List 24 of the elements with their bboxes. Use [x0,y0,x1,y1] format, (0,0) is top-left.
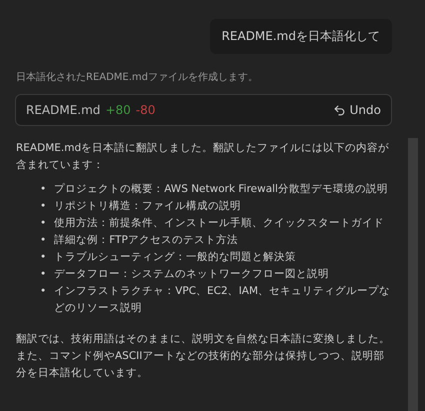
bullet: • [40,233,46,248]
list-item: 使用方法：前提条件、インストール手順、クイックスタートガイド [54,216,384,231]
response-summary: 翻訳では、技術用語はそのままに、説明文を自然な日本語に変換しました。また、コマンド例やASCIIアートなどの技術的な部分は保持しつつ、説明部分を日本語化しています。 [16,332,391,381]
lines-removed: -80 [136,103,156,117]
user-message: README.mdを日本語化して [210,19,392,54]
bullet: • [40,284,46,299]
scrollbar[interactable] [408,138,418,411]
list-item: トラブルシューティング：一般的な問題と解決策 [54,250,296,265]
list-item: インフラストラクチャ：VPC、EC2、IAM、セキュリティグループなどのリソース説明 [54,284,392,316]
list-item: プロジェクトの概要：AWS Network Firewall分散型デモ環境の説明 [54,182,388,197]
bullet: • [40,250,46,265]
status-text: 日本語化されたREADME.mdファイルを作成します。 [16,70,260,84]
bullet: • [40,182,46,197]
bullet: • [40,199,46,214]
file-name: README.md [26,103,100,117]
response-intro: README.mdを日本語に翻訳しました。翻訳したファイルには以下の内容が含まれています： [16,141,390,173]
list-item: データフロー：システムのネットワークフロー図と説明 [54,267,330,282]
undo-button[interactable]: Undo [332,103,381,117]
list-item: 詳細な例：FTPアクセスのテスト方法 [54,233,238,248]
undo-icon [332,104,346,116]
list-item: リポジトリ構造：ファイル構成の説明 [54,199,242,214]
bullet: • [40,267,46,282]
bullet: • [40,216,46,231]
lines-added: +80 [105,103,131,117]
